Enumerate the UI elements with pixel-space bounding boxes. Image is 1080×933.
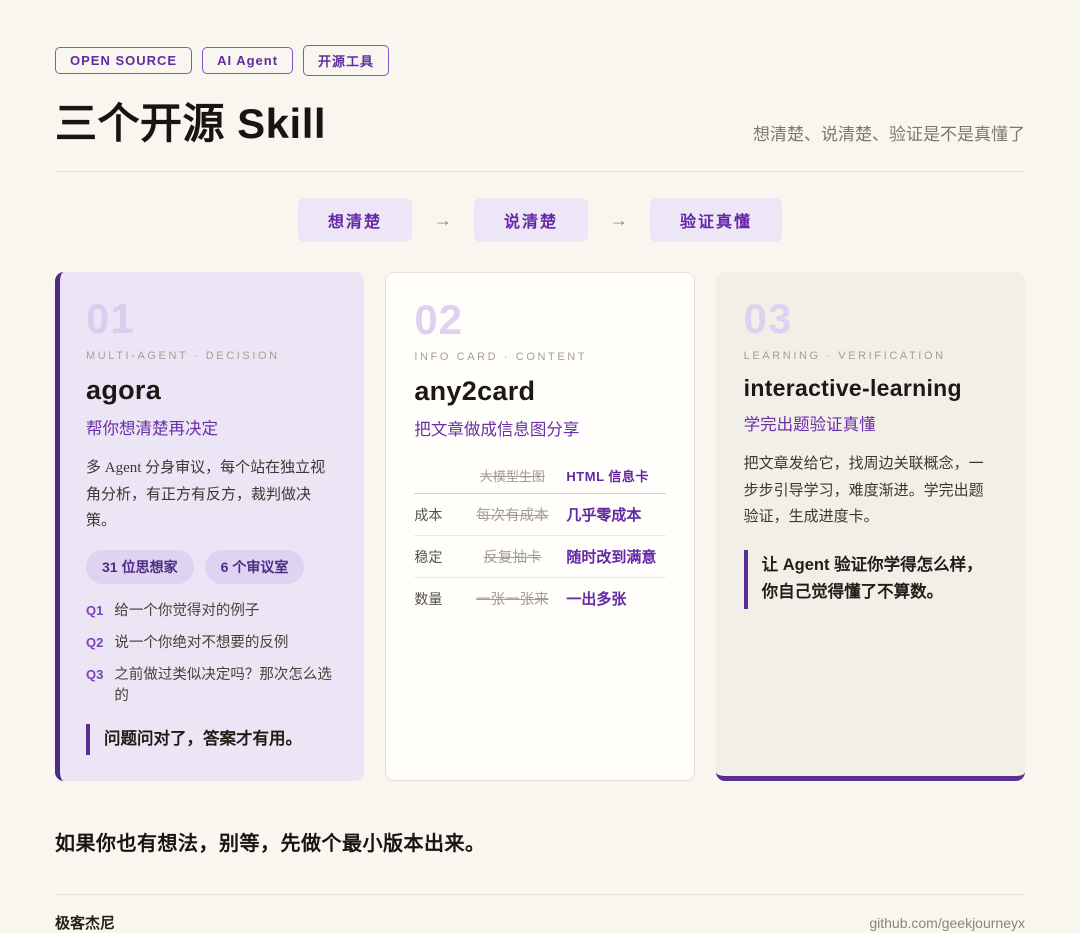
question-label: Q2 [86,635,103,650]
card-name: interactive-learning [744,375,997,402]
header: 三个开源 Skill 想清楚、说清楚、验证是不是真懂了 [55,90,1025,151]
card-name: agora [86,375,336,406]
badge-ai-agent: AI Agent [202,47,293,74]
card-name: any2card [414,376,665,407]
card-grid: 01 MULTI-AGENT · DECISION agora 帮你想清楚再决定… [55,272,1025,781]
arrow-right-icon: → [610,210,628,231]
arrow-right-icon: → [434,210,452,231]
footer-author: 极客杰尼 [55,912,115,933]
comparison-row-stability: 稳定 反复抽卡 随时改到满意 [414,536,665,578]
row-old-value: 一张一张来 [464,588,560,609]
page-subtitle: 想清楚、说清楚、验证是不是真懂了 [753,120,1025,151]
card-number: 02 [414,299,665,341]
row-old-value: 反复抽卡 [464,546,560,567]
question-text: 给一个你觉得对的例子 [114,599,259,620]
card-body: 多 Agent 分身审议，每个站在独立视角分析，有正方有反方，裁判做决策。 [86,455,336,535]
closing-message: 如果你也有想法，别等，先做个最小版本出来。 [55,827,1025,856]
footer: 极客杰尼 github.com/geekjourneyx [55,894,1025,933]
question-label: Q3 [86,667,103,682]
comparison-row-cost: 成本 每次有成本 几乎零成本 [414,494,665,536]
card-body: 把文章发给它，找周边关联概念，一步步引导学习，难度渐进。学完出题验证，生成进度卡… [744,451,997,531]
flow-step-verify: 验证真懂 [650,198,782,242]
page-title: 三个开源 Skill [55,90,326,151]
chip-rooms: 6个审议室 [205,550,305,584]
badge-open-source: OPEN SOURCE [55,47,192,74]
chip-value: 6 [221,559,229,575]
comparison-header-old: 大模型生图 [464,466,560,485]
card-tagline: 帮你想清楚再决定 [86,415,336,439]
question-text: 说一个你绝对不想要的反例 [114,631,288,652]
card-any2card: 02 INFO CARD · CONTENT any2card 把文章做成信息图… [385,272,694,781]
question-row: Q2 说一个你绝对不想要的反例 [86,631,336,652]
card-agora: 01 MULTI-AGENT · DECISION agora 帮你想清楚再决定… [55,272,364,781]
row-label: 稳定 [414,547,464,567]
card-tagline: 把文章做成信息图分享 [414,416,665,440]
chip-thinkers: 31位思想家 [86,550,194,584]
comparison-header-new: HTML 信息卡 [560,466,665,485]
row-label: 成本 [414,505,464,525]
infographic-page: OPEN SOURCE AI Agent 开源工具 三个开源 Skill 想清楚… [0,0,1080,841]
card-tagline: 学完出题验证真懂 [744,411,997,435]
row-old-value: 每次有成本 [464,504,560,525]
flow-diagram: 想清楚 → 说清楚 → 验证真懂 [55,198,1025,242]
row-label: 数量 [414,589,464,609]
question-row: Q3 之前做过类似决定吗？那次怎么选的 [86,663,336,705]
flow-step-think: 想清楚 [298,198,412,242]
card-kicker: MULTI-AGENT · DECISION [86,350,336,362]
flow-step-say: 说清楚 [474,198,588,242]
question-list: Q1 给一个你觉得对的例子 Q2 说一个你绝对不想要的反例 Q3 之前做过类似决… [86,599,336,705]
badge-open-tools: 开源工具 [303,45,389,76]
chip-value: 31 [102,559,118,575]
card-kicker: INFO CARD · CONTENT [414,351,665,363]
comparison-row-quantity: 数量 一张一张来 一出多张 [414,578,665,619]
comparison-header-row: 大模型生图 HTML 信息卡 [414,460,665,494]
card-kicker: LEARNING · VERIFICATION [744,350,997,362]
question-text: 之前做过类似决定吗？那次怎么选的 [114,663,336,705]
badge-row: OPEN SOURCE AI Agent 开源工具 [55,45,1025,76]
row-new-value: 随时改到满意 [560,546,665,567]
card-quote: 问题问对了，答案才有用。 [86,724,336,755]
chip-label: 个审议室 [232,559,288,575]
stat-chips: 31位思想家 6个审议室 [86,550,336,584]
card-number: 01 [86,298,336,340]
comparison-table: 大模型生图 HTML 信息卡 成本 每次有成本 几乎零成本 稳定 反复抽卡 随时… [414,460,665,619]
chip-label: 位思想家 [122,559,178,575]
card-quote: 让 Agent 验证你学得怎么样，你自己觉得懂了不算数。 [744,550,997,608]
header-divider [55,171,1025,172]
question-label: Q1 [86,603,103,618]
row-new-value: 几乎零成本 [560,504,665,525]
card-interactive-learning: 03 LEARNING · VERIFICATION interactive-l… [716,272,1025,781]
question-row: Q1 给一个你觉得对的例子 [86,599,336,620]
card-number: 03 [744,298,997,340]
row-new-value: 一出多张 [560,588,665,609]
github-link[interactable]: github.com/geekjourneyx [869,915,1025,931]
